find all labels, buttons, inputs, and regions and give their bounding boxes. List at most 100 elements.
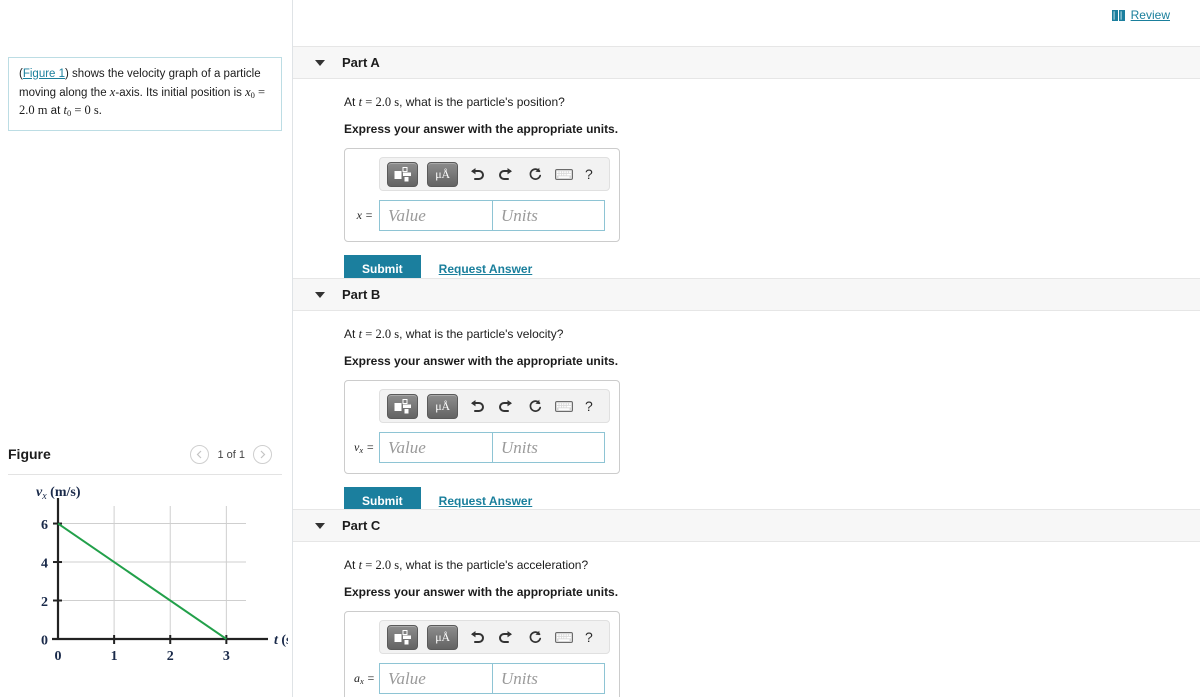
help-icon[interactable]: ? bbox=[585, 166, 593, 182]
review-link[interactable]: Review bbox=[1131, 8, 1170, 22]
left-panel: (Figure 1) shows the velocity graph of a… bbox=[0, 0, 292, 697]
chevron-right-icon bbox=[260, 450, 266, 459]
figure-header: Figure 1 of 1 bbox=[8, 442, 282, 474]
undo-icon[interactable] bbox=[467, 163, 487, 185]
value-input-c[interactable] bbox=[379, 663, 492, 694]
q-prefix-a: At bbox=[344, 95, 359, 109]
y-axis-label: vx (m/s) bbox=[36, 485, 81, 502]
variable-eq-a: = bbox=[361, 207, 373, 222]
part-section-c: Part C At t = 2.0 s, what is the particl… bbox=[293, 509, 1200, 697]
micro-angstrom-icon[interactable]: μÅ bbox=[427, 624, 458, 650]
part-label-a: Part A bbox=[342, 55, 380, 70]
x-axis-label: t (s) bbox=[274, 633, 288, 648]
request-answer-link-a[interactable]: Request Answer bbox=[439, 262, 533, 276]
variable-eq-c: = bbox=[363, 670, 375, 685]
math-toolbar-c: μÅ ? bbox=[379, 620, 610, 654]
part-header-a[interactable]: Part A bbox=[293, 46, 1200, 79]
y-tick-label: 6 bbox=[41, 518, 48, 533]
redo-icon[interactable] bbox=[496, 395, 516, 417]
math-template-icon[interactable] bbox=[387, 393, 418, 419]
x-tick-label: 0 bbox=[55, 649, 62, 664]
instruction-a: Express your answer with the appropriate… bbox=[344, 122, 619, 136]
keyboard-icon[interactable] bbox=[554, 163, 574, 185]
answer-row-b: vx = bbox=[354, 432, 610, 463]
math-toolbar-b: μÅ ? bbox=[379, 389, 610, 423]
value-input-a[interactable] bbox=[379, 200, 492, 231]
undo-icon[interactable] bbox=[467, 626, 487, 648]
instruction-b: Express your answer with the appropriate… bbox=[344, 354, 619, 368]
answer-widget-a: μÅ ? x = Value Units bbox=[344, 148, 620, 242]
question-text-c: At t = 2.0 s, what is the particle's acc… bbox=[344, 558, 1200, 573]
help-icon[interactable]: ? bbox=[585, 398, 593, 414]
units-input-a[interactable] bbox=[492, 200, 605, 231]
y-tick-label: 2 bbox=[41, 595, 48, 610]
part-header-c[interactable]: Part C bbox=[293, 509, 1200, 542]
undo-icon[interactable] bbox=[467, 395, 487, 417]
velocity-graph: 0 2 4 6 0 1 2 3 vx (m/s) t (s) bbox=[8, 484, 288, 684]
reset-icon[interactable] bbox=[525, 395, 545, 417]
figure-1-link[interactable]: Figure 1 bbox=[23, 68, 65, 80]
redo-icon[interactable] bbox=[496, 626, 516, 648]
figure-title: Figure bbox=[8, 446, 51, 462]
units-input-c[interactable] bbox=[492, 663, 605, 694]
y-tick-label: 0 bbox=[41, 634, 48, 649]
figure-divider bbox=[8, 474, 282, 475]
micro-angstrom-label: μÅ bbox=[435, 398, 450, 413]
math-template-icon[interactable] bbox=[387, 161, 418, 187]
micro-angstrom-icon[interactable]: μÅ bbox=[427, 161, 458, 187]
problem-t0-equation: = 0 s. bbox=[71, 103, 102, 118]
y-tick-label: 4 bbox=[41, 557, 48, 572]
reset-icon[interactable] bbox=[525, 626, 545, 648]
math-template-glyph-icon bbox=[394, 629, 411, 644]
math-toolbar-a: μÅ ? bbox=[379, 157, 610, 191]
variable-label-b: vx = bbox=[354, 440, 379, 455]
part-body-c: At t = 2.0 s, what is the particle's acc… bbox=[293, 542, 1200, 697]
collapse-caret-icon[interactable] bbox=[315, 291, 325, 298]
keyboard-icon[interactable] bbox=[554, 626, 574, 648]
x-tick-label: 3 bbox=[223, 649, 230, 664]
question-text-b: At t = 2.0 s, what is the particle's vel… bbox=[344, 327, 1200, 342]
collapse-caret-icon[interactable] bbox=[315, 59, 325, 66]
part-section-b: Part B At t = 2.0 s, what is the particl… bbox=[293, 278, 1200, 515]
q-eq-b: = 2.0 s bbox=[362, 327, 400, 341]
part-section-a: Part A At t = 2.0 s, what is the particl… bbox=[293, 46, 1200, 283]
problem-statement-box: (Figure 1) shows the velocity graph of a… bbox=[8, 57, 282, 132]
q-prefix-b: At bbox=[344, 327, 359, 341]
book-icon bbox=[1111, 9, 1125, 21]
help-icon[interactable]: ? bbox=[585, 629, 593, 645]
micro-angstrom-label: μÅ bbox=[435, 166, 450, 181]
part-body-b: At t = 2.0 s, what is the particle's vel… bbox=[293, 311, 1200, 515]
question-text-a: At t = 2.0 s, what is the particle's pos… bbox=[344, 95, 1200, 110]
part-body-a: At t = 2.0 s, what is the particle's pos… bbox=[293, 79, 1200, 283]
collapse-caret-icon[interactable] bbox=[315, 522, 325, 529]
micro-angstrom-icon[interactable]: μÅ bbox=[427, 393, 458, 419]
x-tick-label: 1 bbox=[111, 649, 118, 664]
q-suffix-a: , what is the particle's position? bbox=[399, 95, 565, 109]
part-label-b: Part B bbox=[342, 287, 381, 302]
x-tick-label: 2 bbox=[167, 649, 174, 664]
units-input-b[interactable] bbox=[492, 432, 605, 463]
velocity-graph-svg: 0 2 4 6 0 1 2 3 vx (m/s) t (s) bbox=[36, 485, 288, 664]
variable-label-a: x = bbox=[354, 208, 379, 223]
variable-label-c: ax = bbox=[354, 671, 379, 686]
answer-widget-b: μÅ ? vx = Value Units bbox=[344, 380, 620, 474]
review-bar[interactable]: Review bbox=[1111, 8, 1170, 22]
right-panel: Review Part A At t = 2.0 s, what is the … bbox=[293, 0, 1200, 697]
answer-widget-c: μÅ ? ax = Value Units bbox=[344, 611, 620, 697]
figure-next-button[interactable] bbox=[253, 445, 272, 464]
figure-prev-button[interactable] bbox=[190, 445, 210, 464]
problem-statement-text: (Figure 1) shows the velocity graph of a… bbox=[19, 68, 266, 119]
value-input-b[interactable] bbox=[379, 432, 492, 463]
part-header-b[interactable]: Part B bbox=[293, 278, 1200, 311]
redo-icon[interactable] bbox=[496, 163, 516, 185]
math-template-glyph-icon bbox=[394, 398, 411, 413]
page-root: (Figure 1) shows the velocity graph of a… bbox=[0, 0, 1200, 697]
request-answer-link-b[interactable]: Request Answer bbox=[439, 494, 533, 508]
keyboard-icon[interactable] bbox=[554, 395, 574, 417]
q-eq-c: = 2.0 s bbox=[362, 558, 400, 572]
math-template-icon[interactable] bbox=[387, 624, 418, 650]
q-suffix-b: , what is the particle's velocity? bbox=[399, 327, 564, 341]
math-template-glyph-icon bbox=[394, 166, 411, 181]
problem-text-part-3: at bbox=[47, 105, 64, 118]
reset-icon[interactable] bbox=[525, 163, 545, 185]
